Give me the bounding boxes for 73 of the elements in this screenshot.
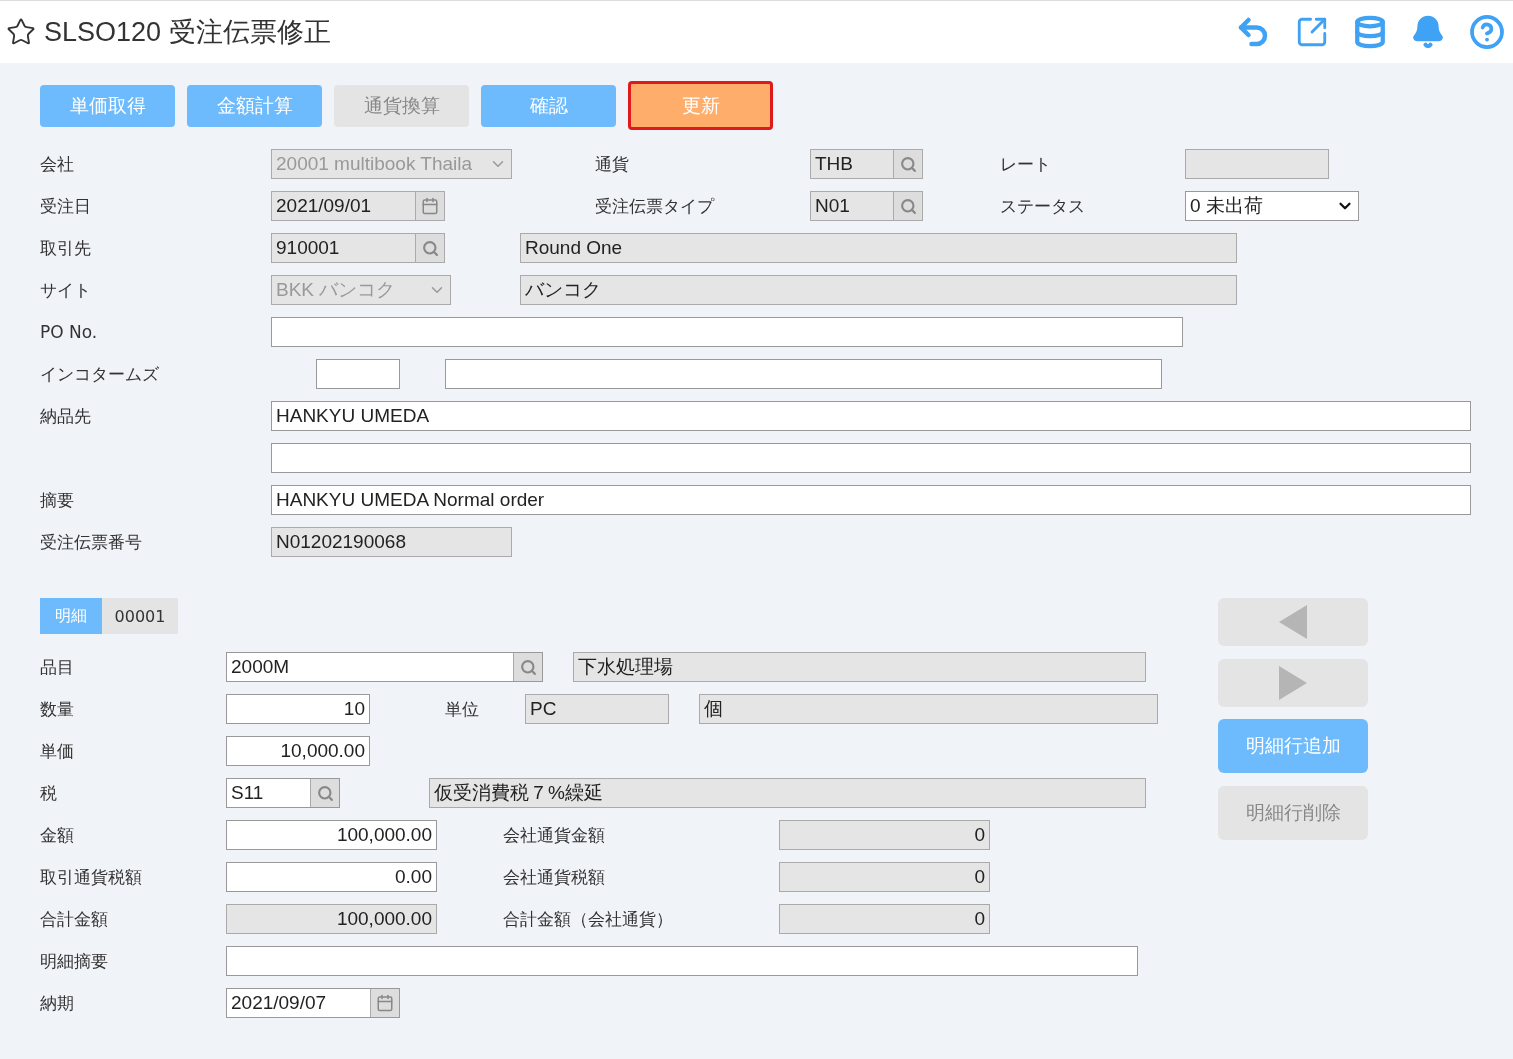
field-label: 単価 (40, 739, 75, 763)
left-triangle-icon (1279, 605, 1307, 639)
external-link-icon[interactable] (1295, 15, 1329, 49)
input-field[interactable]: 0 (779, 862, 990, 892)
field-label: 納期 (40, 991, 75, 1015)
input-field[interactable] (316, 359, 400, 389)
lookup-field[interactable]: N01 (810, 191, 923, 221)
lookup-field[interactable]: 910001 (271, 233, 445, 263)
search-icon[interactable] (513, 653, 542, 681)
field-label: 会社通貨金額 (503, 823, 606, 847)
calendar-icon[interactable] (370, 989, 399, 1017)
input-field[interactable] (445, 359, 1162, 389)
field-label: 取引先 (40, 236, 92, 260)
field-label: 通貨 (595, 152, 630, 176)
field-label: インコタームズ (40, 362, 160, 386)
field-label: サイト (40, 278, 92, 302)
bell-icon[interactable] (1411, 15, 1445, 49)
lookup-field[interactable]: 2000M (226, 652, 543, 682)
input-field[interactable]: 0.00 (226, 862, 437, 892)
page-title: SLSO120 受注伝票修正 (44, 16, 332, 49)
input-field[interactable]: HANKYU UMEDA Normal order (271, 485, 1471, 515)
input-field[interactable]: 100,000.00 (226, 904, 437, 934)
date-field[interactable]: 2021/09/07 (226, 988, 400, 1018)
field-label: 受注伝票タイプ (595, 194, 716, 218)
field-label: 税 (40, 781, 58, 805)
input-field[interactable]: 下水処理場 (573, 652, 1146, 682)
input-field[interactable]: 仮受消費税７%繰延 (429, 778, 1146, 808)
detail-tab[interactable]: 00001 (102, 598, 178, 634)
field-label: ステータス (1000, 194, 1086, 218)
field-label: 受注日 (40, 194, 92, 218)
field-label: 金額 (40, 823, 75, 847)
input-field[interactable]: HANKYU UMEDA (271, 401, 1471, 431)
right-triangle-icon (1279, 666, 1307, 700)
database-icon[interactable] (1353, 15, 1387, 49)
field-label: 受注伝票番号 (40, 530, 143, 554)
field-label: 会社通貨税額 (503, 865, 606, 889)
search-icon[interactable] (893, 150, 922, 178)
lookup-field[interactable]: S11 (226, 778, 340, 808)
help-icon[interactable] (1469, 14, 1505, 50)
lookup-field[interactable]: THB (810, 149, 923, 179)
input-field[interactable]: 0 (779, 820, 990, 850)
input-field[interactable]: Round One (520, 233, 1237, 263)
input-field[interactable]: バンコク (520, 275, 1237, 305)
field-label: 納品先 (40, 404, 92, 428)
field-label: 単位 (445, 697, 480, 721)
field-label: PO No. (40, 322, 99, 342)
input-field[interactable] (226, 946, 1138, 976)
date-field[interactable]: 2021/09/01 (271, 191, 445, 221)
field-label: 摘要 (40, 488, 75, 512)
field-label: 明細摘要 (40, 949, 109, 973)
select-field[interactable]: 0 未出荷 (1185, 191, 1359, 221)
field-label: 合計金額 (40, 907, 109, 931)
input-field[interactable]: 100,000.00 (226, 820, 437, 850)
input-field[interactable]: N01202190068 (271, 527, 512, 557)
field-label: レート (1000, 152, 1052, 176)
field-label: 合計金額（会社通貨） (503, 907, 674, 931)
input-field[interactable]: PC (525, 694, 669, 724)
search-icon[interactable] (310, 779, 339, 807)
search-icon[interactable] (415, 234, 444, 262)
field-label: 会社 (40, 152, 75, 176)
input-field[interactable]: 0 (779, 904, 990, 934)
input-field[interactable]: 10 (226, 694, 370, 724)
star-icon[interactable] (6, 17, 36, 47)
field-label: 数量 (40, 697, 75, 721)
field-label: 品目 (40, 655, 75, 679)
field-label: 取引通貨税額 (40, 865, 143, 889)
input-field[interactable]: 個 (699, 694, 1158, 724)
input-field[interactable] (1185, 149, 1329, 179)
search-icon[interactable] (893, 192, 922, 220)
calendar-icon[interactable] (415, 192, 444, 220)
input-field[interactable] (271, 443, 1471, 473)
input-field[interactable]: 10,000.00 (226, 736, 370, 766)
input-field[interactable] (271, 317, 1183, 347)
